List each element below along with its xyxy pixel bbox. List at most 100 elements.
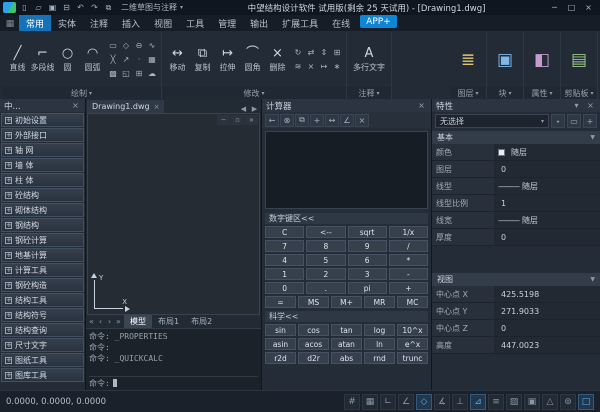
line-button[interactable]: ╱ 直线	[5, 45, 30, 74]
command-input[interactable]: 命令:	[89, 376, 258, 389]
table-icon[interactable]: ⊞	[133, 67, 145, 80]
close-icon[interactable]: ×	[70, 101, 81, 110]
left-panel-item[interactable]: + 初始设置	[1, 113, 84, 127]
ellipse-icon[interactable]: ⊖	[133, 39, 145, 52]
distance-between-points-icon[interactable]: ↔	[325, 114, 339, 127]
calculator-key[interactable]: 10^x	[397, 324, 428, 336]
left-panel-item[interactable]: + 地基计算	[1, 248, 84, 262]
calculator-key[interactable]: MC	[397, 296, 428, 308]
left-panel-item[interactable]: + 图纸工具	[1, 353, 84, 367]
left-panel-item[interactable]: + 墙 体	[1, 158, 84, 172]
app-logo-icon[interactable]	[3, 2, 16, 13]
ribbon-tab-app-plus[interactable]: APP+	[360, 15, 397, 28]
clipboard-icon[interactable]: ▤	[571, 50, 587, 70]
property-value[interactable]: 0	[494, 229, 600, 245]
layout-tab-2[interactable]: 布局2	[185, 315, 218, 328]
calculator-key[interactable]: 1/x	[389, 226, 428, 238]
expand-plus-icon[interactable]: +	[5, 117, 12, 124]
transparency-toggle[interactable]: ▨	[506, 394, 522, 410]
close-icon[interactable]: ×	[585, 101, 596, 110]
calculator-key[interactable]: 1	[265, 268, 304, 280]
extend-icon[interactable]: ↦	[318, 60, 330, 73]
rectangle-icon[interactable]: ▭	[107, 39, 119, 52]
left-panel-item[interactable]: + 砼结构	[1, 188, 84, 202]
close-icon[interactable]: ×	[154, 103, 160, 111]
doc-restore-button[interactable]: ▫	[231, 115, 244, 125]
left-panel-item[interactable]: + 钢结构	[1, 218, 84, 232]
calculator-key[interactable]: /	[389, 240, 428, 252]
ribbon-tab-view[interactable]: 视图	[147, 15, 179, 31]
property-value[interactable]: 447.0023	[494, 337, 600, 353]
workspace-selector[interactable]: 二维草图与注释 ▾	[117, 2, 187, 13]
property-value[interactable]: 425.5198	[494, 286, 600, 302]
calculator-key[interactable]: atan	[331, 338, 362, 350]
left-panel-item[interactable]: + 轴 网	[1, 143, 84, 157]
layers-group-label[interactable]: 图层 ▾	[450, 87, 486, 99]
calculator-key[interactable]: sin	[265, 324, 296, 336]
calculator-key[interactable]: 3	[348, 268, 387, 280]
calculator-key[interactable]: =	[265, 296, 296, 308]
doc-close-button[interactable]: ×	[245, 115, 258, 125]
annotate-group-label[interactable]: 注释 ▾	[347, 87, 391, 99]
calculator-key[interactable]: cos	[298, 324, 329, 336]
expand-plus-icon[interactable]: +	[5, 222, 12, 229]
ribbon-tab-online[interactable]: 在线	[325, 15, 357, 31]
calculator-key[interactable]: abs	[331, 352, 362, 364]
calculator-key[interactable]: 6	[348, 254, 387, 266]
calculator-key[interactable]: 2	[306, 268, 345, 280]
otrack-toggle[interactable]: ∡	[434, 394, 450, 410]
calculator-key[interactable]: +	[389, 282, 428, 294]
calculator-key[interactable]: sqrt	[348, 226, 387, 238]
calculator-key[interactable]: acos	[298, 338, 329, 350]
expand-plus-icon[interactable]: +	[5, 162, 12, 169]
close-button[interactable]: ×	[580, 1, 597, 14]
expand-plus-icon[interactable]: +	[5, 192, 12, 199]
select-objects-icon[interactable]: ▭	[567, 114, 581, 128]
calculator-key[interactable]: r2d	[265, 352, 296, 364]
gradient-icon[interactable]: ▩	[107, 67, 119, 80]
property-value[interactable]: 271.9033	[494, 303, 600, 319]
section-view[interactable]: 视图 ▼	[432, 273, 600, 286]
trim-icon[interactable]: ×	[305, 60, 317, 73]
last-layout-icon[interactable]: »	[114, 317, 123, 326]
left-panel-item[interactable]: + 外部接口	[1, 128, 84, 142]
clear-history-icon[interactable]: ⊗	[280, 114, 294, 127]
ducs-toggle[interactable]: ⊥	[452, 394, 468, 410]
ray-icon[interactable]: ↗	[120, 53, 132, 66]
left-panel-item[interactable]: + 图库工具	[1, 368, 84, 382]
print-icon[interactable]: ⊟	[60, 2, 73, 14]
calculator-key[interactable]: 9	[348, 240, 387, 252]
circle-button[interactable]: ○ 圆	[55, 45, 80, 74]
calculator-key[interactable]: 8	[306, 240, 345, 252]
modify-group-label[interactable]: 修改 ▾	[162, 87, 346, 99]
doc-minimize-button[interactable]: ─	[217, 115, 230, 125]
block-group-label[interactable]: 块 ▾	[487, 87, 523, 99]
next-layout-icon[interactable]: ›	[105, 317, 114, 326]
calculator-display[interactable]	[265, 131, 428, 209]
calculator-key[interactable]: C	[265, 226, 304, 238]
attributes-icon[interactable]: ◧	[534, 50, 550, 70]
layout-tab-model[interactable]: 模型	[124, 315, 152, 328]
calculator-key[interactable]: M+	[331, 296, 362, 308]
fillet-button[interactable]: ⌒ 圆角	[240, 45, 265, 74]
left-panel-item[interactable]: + 砌体结构	[1, 203, 84, 217]
expand-plus-icon[interactable]: +	[5, 327, 12, 334]
expand-plus-icon[interactable]: +	[5, 252, 12, 259]
calculator-key[interactable]: 4	[265, 254, 304, 266]
ribbon-tab-output[interactable]: 输出	[243, 15, 275, 31]
ribbon-tab-annotate[interactable]: 注释	[83, 15, 115, 31]
expand-plus-icon[interactable]: +	[5, 282, 12, 289]
section-basic[interactable]: 基本 ▼	[432, 131, 600, 144]
arc-button[interactable]: ◠ 圆弧	[80, 45, 105, 74]
point-icon[interactable]: ·	[133, 53, 145, 66]
ribbon-tab-manage[interactable]: 管理	[211, 15, 243, 31]
property-value[interactable]: 随层	[494, 144, 600, 160]
array-icon[interactable]: ⊞	[331, 46, 343, 59]
calculator-key[interactable]: rnd	[364, 352, 395, 364]
expand-plus-icon[interactable]: +	[5, 312, 12, 319]
workspace-switch-icon[interactable]: ⊚	[560, 394, 576, 410]
minimize-button[interactable]: ─	[546, 1, 563, 14]
maximize-button[interactable]: □	[563, 1, 580, 14]
expand-plus-icon[interactable]: +	[5, 357, 12, 364]
calculator-key[interactable]: *	[389, 254, 428, 266]
